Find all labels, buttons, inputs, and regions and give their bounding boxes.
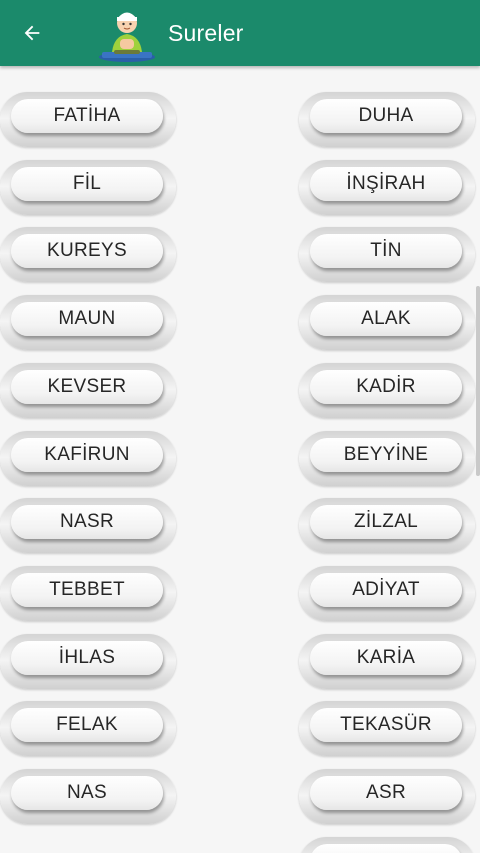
surah-button[interactable]: DUHA [299, 92, 475, 147]
surah-button-label: KADİR [356, 375, 416, 397]
scrollbar[interactable] [476, 286, 480, 476]
surah-button[interactable]: BEYYİNE [299, 430, 475, 486]
surah-button-face: ASR [310, 776, 462, 810]
surah-button-face: FİL [11, 166, 163, 201]
surah-button-face: MAUN [11, 302, 163, 337]
surah-button-label: ZİLZAL [353, 511, 419, 533]
page-title: Sureler [168, 20, 244, 46]
surah-button-face: DUHA [310, 99, 462, 133]
surah-button-label: ADİYAT [352, 578, 420, 600]
surah-button-face: ALAK [310, 302, 462, 337]
surah-button-face: FATİHA [11, 99, 163, 133]
surah-button[interactable]: FİL [0, 159, 176, 215]
surah-button-face: KARİA [310, 640, 462, 675]
surah-button[interactable]: İHLAS [0, 633, 176, 689]
surah-list[interactable]: FATİHA FİL KUREYS MAUN KEVSER KAFİRUN NASR TEBB… [0, 66, 480, 853]
surah-button-label: İNŞİRAH [346, 172, 426, 194]
surah-button-label: KEVSER [47, 375, 127, 397]
surah-button[interactable]: KAFİRUN [0, 430, 176, 486]
surah-button-label: FELAK [56, 714, 118, 736]
surah-button-label: TEBBET [49, 578, 125, 600]
surah-button-label: MAUN [58, 308, 116, 330]
surah-button-face: FELAK [11, 708, 163, 743]
surah-button-label: DUHA [358, 105, 414, 126]
surah-button-label: FATİHA [53, 105, 121, 126]
surah-button-face: BEYYİNE [310, 437, 462, 472]
surah-button-face: TEBBET [11, 572, 163, 607]
surah-button-face: KEVSER [11, 369, 163, 404]
surah-button-label: TİN [370, 240, 402, 262]
surah-button[interactable]: TEBBET [0, 565, 176, 621]
surah-button-label: KUREYS [47, 240, 127, 262]
surah-button[interactable]: FATİHA [0, 92, 176, 147]
praying-boy-icon [99, 12, 155, 62]
surah-button-label: KARİA [356, 646, 416, 668]
surah-button[interactable]: KADİR [299, 362, 475, 418]
surah-button-label: KAFİRUN [44, 443, 130, 465]
back-button[interactable] [14, 15, 50, 51]
surah-button[interactable]: MAUN [0, 295, 176, 351]
surah-button-face: TİN [310, 234, 462, 269]
surah-button-label: NASR [60, 511, 114, 533]
surah-button-face: ZİLZAL [310, 505, 462, 540]
surah-button[interactable]: KEVSER [0, 362, 176, 418]
surah-button[interactable]: ADİYAT [299, 565, 475, 621]
surah-button-label: NAS [67, 782, 107, 803]
surah-button-face: KAFİRUN [11, 437, 163, 472]
surah-button-label: TEKASÜR [340, 714, 432, 736]
surah-button-face: KUREYS [11, 234, 163, 269]
surah-button[interactable]: KARİA [299, 633, 475, 689]
surah-button-face: KADİR [310, 369, 462, 404]
surah-button-label: ALAK [361, 308, 411, 330]
surah-button-label: İHLAS [58, 646, 116, 668]
app-bar: Sureler [0, 0, 480, 66]
surah-button[interactable]: NASR [0, 498, 176, 554]
surah-button[interactable]: ALAK [299, 295, 475, 351]
surah-button-face: NAS [11, 776, 163, 810]
surah-button-face: İNŞİRAH [310, 166, 462, 201]
surah-button-face: NASR [11, 505, 163, 540]
arrow-left-icon [24, 25, 40, 41]
surah-button[interactable]: NAS [0, 769, 176, 824]
surah-button[interactable]: ASR [299, 769, 475, 824]
surah-button[interactable]: İNŞİRAH [299, 159, 475, 215]
surah-button-face: ADİYAT [310, 572, 462, 607]
surah-button[interactable] [299, 836, 475, 853]
surah-button[interactable]: FELAK [0, 701, 176, 757]
surah-button-face: TEKASÜR [310, 708, 462, 743]
surah-button-label: BEYYİNE [343, 443, 429, 465]
surah-button[interactable]: ZİLZAL [299, 498, 475, 554]
surah-button-label: ASR [366, 782, 406, 803]
surah-button-face [310, 843, 462, 853]
surah-button-face: İHLAS [11, 640, 163, 675]
surah-button[interactable]: KUREYS [0, 227, 176, 283]
surah-button[interactable]: TİN [299, 227, 475, 283]
surah-button-label: FİL [72, 172, 102, 194]
surah-button[interactable]: TEKASÜR [299, 701, 475, 757]
